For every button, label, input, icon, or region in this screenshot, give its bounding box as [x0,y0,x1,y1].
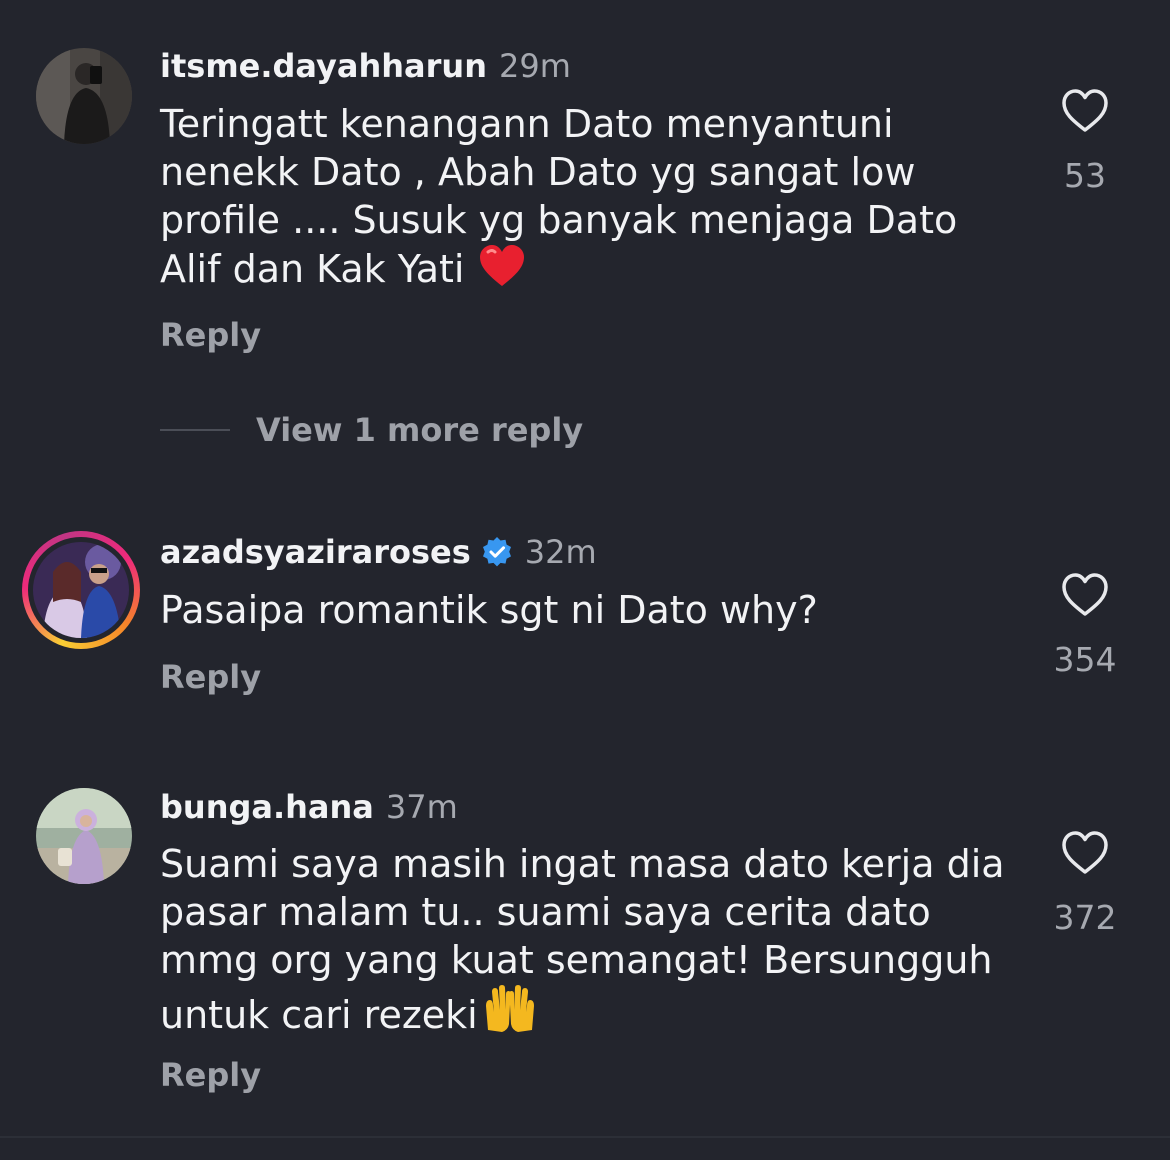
reply-button[interactable]: Reply [160,1056,261,1094]
red-heart-icon [478,244,526,299]
username[interactable]: azadsyaziraroses [160,533,471,571]
comment-line: pasar malam tu.. suami saya cerita dato [160,890,931,934]
view-more-label: View 1 more reply [256,411,584,449]
story-ring[interactable] [22,531,140,649]
divider [160,429,230,431]
view-more-replies[interactable]: View 1 more reply [160,408,583,452]
timestamp: 37m [385,788,458,826]
comment-line: Pasaipa romantik sgt ni Dato why? [160,588,818,632]
comment-text: Suami saya masih ingat masa dato kerja d… [160,840,1020,1045]
verified-badge-icon [481,536,513,568]
like-control: 53 [1040,88,1130,195]
like-control: 372 [1040,830,1130,937]
comment-line: Suami saya masih ingat masa dato kerja d… [160,842,1005,886]
like-control: 354 [1040,572,1130,679]
comment-line: nenekk Dato , Abah Dato yg sangat low [160,150,916,194]
timestamp: 32m [524,533,597,571]
like-count: 372 [1053,898,1117,937]
comment-line: Teringatt kenangann Dato menyantuni [160,102,894,146]
avatar[interactable] [36,788,132,884]
comment-text: Pasaipa romantik sgt ni Dato why? [160,586,1020,634]
avatar[interactable] [36,48,132,144]
comment-line: mmg org yang kuat semangat! Bersungguh [160,938,993,982]
heart-outline-icon[interactable] [1060,830,1110,876]
like-count: 354 [1053,640,1117,679]
raising-hands-icon [482,984,538,1045]
comment-line: profile .... Susuk yg banyak menjaga Dat… [160,198,958,242]
timestamp: 29m [498,47,571,85]
divider [0,1136,1170,1138]
avatar [33,542,129,638]
heart-outline-icon[interactable] [1060,88,1110,134]
heart-outline-icon[interactable] [1060,572,1110,618]
comment-line: Alif dan Kak Yati [160,247,465,291]
comment-line: untuk cari rezeki [160,993,478,1037]
username[interactable]: bunga.hana [160,788,374,826]
reply-button[interactable]: Reply [160,316,261,354]
comment-text: Teringatt kenangann Dato menyantuni nene… [160,100,1020,299]
like-count: 53 [1064,156,1106,195]
reply-button[interactable]: Reply [160,658,261,696]
username[interactable]: itsme.dayahharun [160,47,487,85]
